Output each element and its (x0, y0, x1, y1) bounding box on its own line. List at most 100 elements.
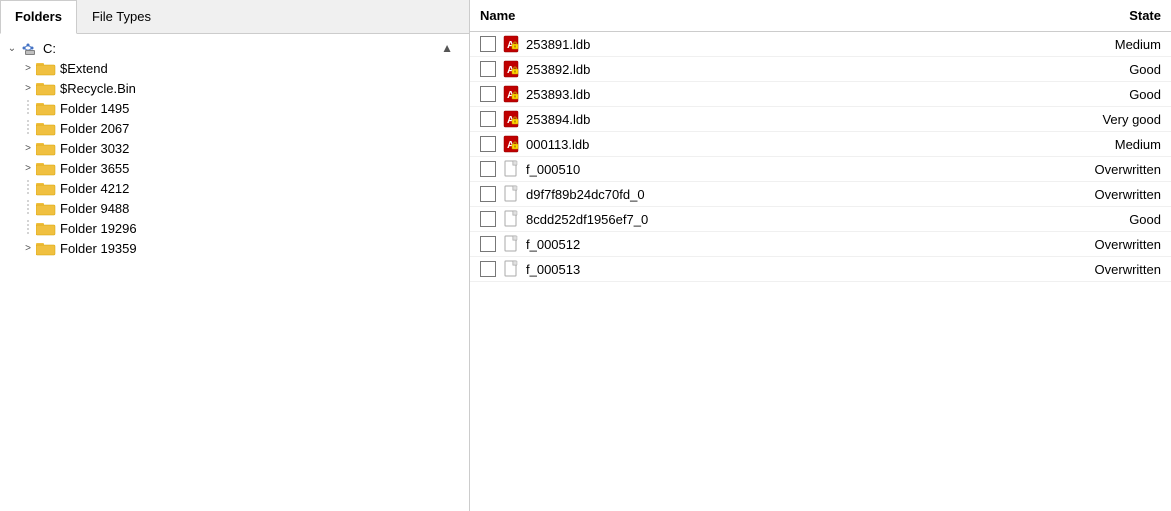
file-name: 253893.ldb (526, 87, 1001, 102)
tree-item[interactable]: > Folder 3032 (0, 138, 469, 158)
no-expand (20, 100, 36, 116)
file-type-icon (502, 210, 522, 228)
file-state: Overwritten (1001, 187, 1161, 202)
file-row[interactable]: 8cdd252df1956ef7_0Good (470, 207, 1171, 232)
file-type-icon: A (502, 85, 522, 103)
file-type-icon: A (502, 135, 522, 153)
no-expand (20, 220, 36, 236)
file-state: Medium (1001, 37, 1161, 52)
file-checkbox[interactable] (480, 111, 496, 127)
folder-icon (36, 60, 56, 76)
file-state: Good (1001, 62, 1161, 77)
tree-item-label: Folder 9488 (60, 201, 129, 216)
tree-item[interactable]: > Folder 19359 (0, 238, 469, 258)
folder-icon (36, 240, 56, 256)
folder-icon (36, 180, 56, 196)
file-name: 000113.ldb (526, 137, 1001, 152)
file-row[interactable]: A 253892.ldbGood (470, 57, 1171, 82)
file-list: A 253891.ldbMedium A 253892.ldbGood A 25… (470, 32, 1171, 511)
no-expand (20, 180, 36, 196)
file-type-icon: A (502, 35, 522, 53)
file-row[interactable]: A 253891.ldbMedium (470, 32, 1171, 57)
file-state: Overwritten (1001, 162, 1161, 177)
file-checkbox[interactable] (480, 236, 496, 252)
folder-icon (36, 120, 56, 136)
header-name: Name (480, 8, 1001, 23)
tree-item[interactable]: Folder 1495 (0, 98, 469, 118)
folder-icon (36, 200, 56, 216)
file-row[interactable]: A 253894.ldbVery good (470, 107, 1171, 132)
file-state: Very good (1001, 112, 1161, 127)
tree-item[interactable]: Folder 19296 (0, 218, 469, 238)
expand-btn[interactable]: > (20, 140, 36, 156)
tree-item[interactable]: > $Recycle.Bin (0, 78, 469, 98)
file-name: f_000512 (526, 237, 1001, 252)
file-row[interactable]: f_000513Overwritten (470, 257, 1171, 282)
folder-icon (36, 160, 56, 176)
file-row[interactable]: f_000512Overwritten (470, 232, 1171, 257)
tree-item[interactable]: Folder 9488 (0, 198, 469, 218)
folder-tree: ⌄ C: ▲ (0, 34, 469, 511)
tree-item-root[interactable]: ⌄ C: ▲ (0, 38, 469, 58)
tab-folders[interactable]: Folders (0, 0, 77, 34)
tree-item-label: Folder 3655 (60, 161, 129, 176)
file-state: Overwritten (1001, 237, 1161, 252)
tab-file-types[interactable]: File Types (77, 0, 166, 33)
folder-icon (36, 220, 56, 236)
tree-item[interactable]: > $Extend (0, 58, 469, 78)
file-checkbox[interactable] (480, 161, 496, 177)
file-checkbox[interactable] (480, 36, 496, 52)
file-state: Overwritten (1001, 262, 1161, 277)
tree-item-label: $Recycle.Bin (60, 81, 136, 96)
right-panel: Name State A 253891.ldbMedium A 253892.l… (470, 0, 1171, 511)
file-checkbox[interactable] (480, 136, 496, 152)
file-list-header: Name State (470, 0, 1171, 32)
folder-icon (36, 100, 56, 116)
file-type-icon: A (502, 110, 522, 128)
folder-icon (36, 140, 56, 156)
file-name: 253891.ldb (526, 37, 1001, 52)
file-state: Good (1001, 212, 1161, 227)
file-checkbox[interactable] (480, 261, 496, 277)
file-row[interactable]: d9f7f89b24dc70fd_0Overwritten (470, 182, 1171, 207)
expand-btn[interactable]: > (20, 60, 36, 76)
file-checkbox[interactable] (480, 211, 496, 227)
tree-item-label: $Extend (60, 61, 108, 76)
file-type-icon (502, 260, 522, 278)
tree-item-label: Folder 3032 (60, 141, 129, 156)
tab-bar: Folders File Types (0, 0, 469, 34)
file-type-icon (502, 185, 522, 203)
file-name: d9f7f89b24dc70fd_0 (526, 187, 1001, 202)
expand-btn[interactable]: > (20, 240, 36, 256)
file-checkbox[interactable] (480, 61, 496, 77)
tree-item[interactable]: Folder 2067 (0, 118, 469, 138)
file-checkbox[interactable] (480, 86, 496, 102)
expand-btn[interactable]: > (20, 160, 36, 176)
file-checkbox[interactable] (480, 186, 496, 202)
expand-icon-root[interactable]: ⌄ (4, 40, 20, 56)
header-state: State (1001, 8, 1161, 23)
file-name: f_000510 (526, 162, 1001, 177)
no-expand (20, 120, 36, 136)
file-name: f_000513 (526, 262, 1001, 277)
file-name: 8cdd252df1956ef7_0 (526, 212, 1001, 227)
left-panel: Folders File Types ⌄ (0, 0, 470, 511)
folder-icon (36, 80, 56, 96)
file-row[interactable]: f_000510Overwritten (470, 157, 1171, 182)
file-row[interactable]: A 253893.ldbGood (470, 82, 1171, 107)
expand-btn[interactable]: > (20, 80, 36, 96)
tree-item-label: Folder 4212 (60, 181, 129, 196)
scroll-up-btn[interactable]: ▲ (441, 41, 469, 55)
tree-item-label: Folder 2067 (60, 121, 129, 136)
file-row[interactable]: A 000113.ldbMedium (470, 132, 1171, 157)
tree-item-label: Folder 19296 (60, 221, 137, 236)
file-type-icon (502, 235, 522, 253)
no-expand (20, 200, 36, 216)
tree-item[interactable]: > Folder 3655 (0, 158, 469, 178)
file-name: 253892.ldb (526, 62, 1001, 77)
tree-item[interactable]: Folder 4212 (0, 178, 469, 198)
file-type-icon (502, 160, 522, 178)
file-type-icon: A (502, 60, 522, 78)
tree-item-label: Folder 1495 (60, 101, 129, 116)
tree-item-label: Folder 19359 (60, 241, 137, 256)
